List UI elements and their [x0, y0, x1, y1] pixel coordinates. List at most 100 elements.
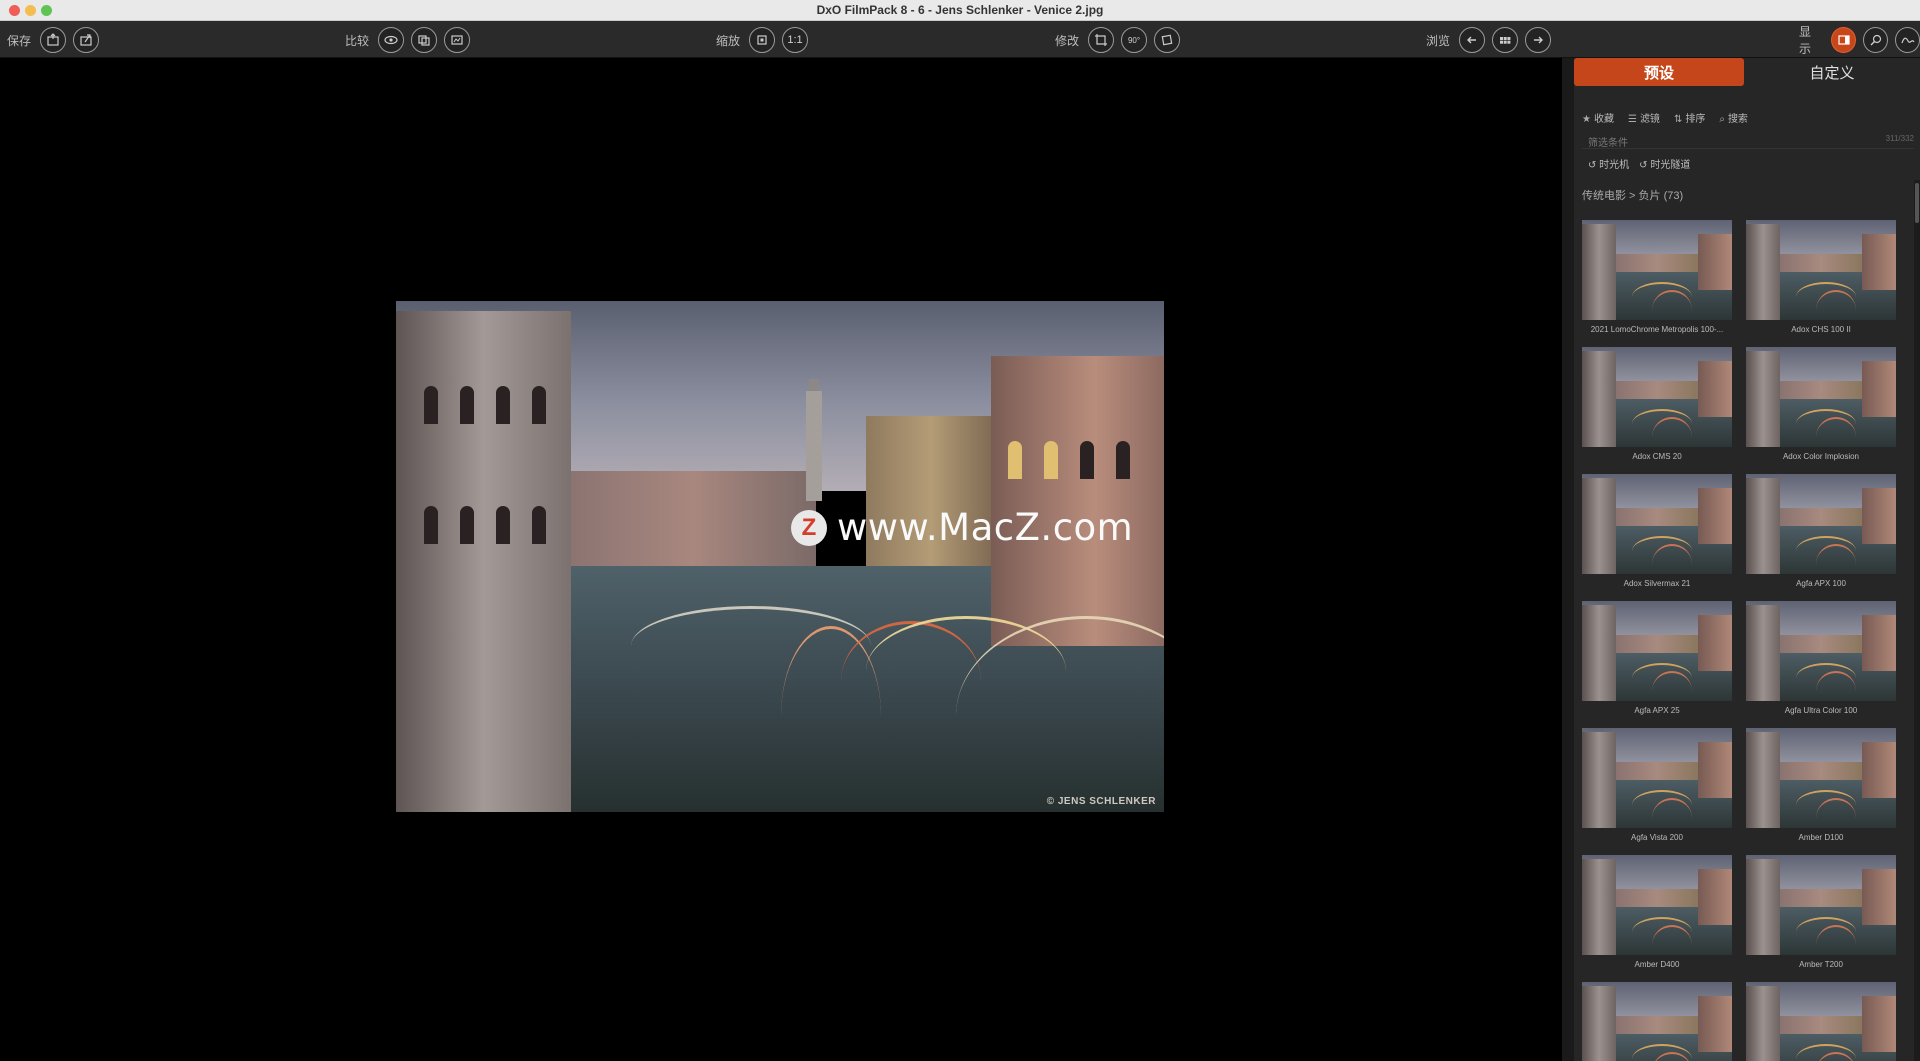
photo-windows-right [1008, 441, 1130, 479]
time-machine-button[interactable]: ↺ 时光机 [1588, 156, 1629, 171]
export-image-button[interactable] [40, 27, 67, 53]
viewer-divider[interactable] [1562, 58, 1574, 1061]
straighten-button[interactable] [1154, 27, 1181, 53]
edit-group: 修改 90° [1055, 26, 1181, 54]
preset-thumbnail[interactable] [1746, 982, 1896, 1061]
compare-label: 比较 [345, 33, 370, 48]
grid-view-button[interactable] [1492, 27, 1519, 53]
preset-preview-image [1746, 728, 1896, 828]
preset-name: Amber D100 [1798, 833, 1844, 842]
preset-preview-image [1746, 982, 1896, 1061]
time-machine-label: 时光机 [1599, 160, 1630, 171]
preset-preview-image [1582, 601, 1732, 701]
display-group: 显示 [1799, 25, 1920, 56]
preset-thumbnail[interactable]: Amber D400 [1582, 855, 1732, 969]
export-image-icon [47, 33, 59, 46]
compare-group: 比较 [345, 26, 471, 54]
preset-thumbnail[interactable]: Agfa APX 100 [1746, 474, 1896, 588]
preset-category-breadcrumb[interactable]: 传统电影 > 负片 (73) [1582, 187, 1683, 203]
preset-name: Adox CHS 100 II [1791, 325, 1851, 334]
watermark-text: www.MacZ.com [837, 506, 1134, 549]
image-viewer[interactable]: Z www.MacZ.com © JENS SCHLENKER [0, 58, 1562, 1061]
panel-scrollbar[interactable] [1914, 180, 1920, 1061]
sort-filter-label: 排序 [1685, 114, 1706, 125]
fit-to-screen-button[interactable] [749, 27, 776, 53]
preset-thumbnail[interactable] [1582, 982, 1732, 1061]
search-icon: ⌕ [1719, 114, 1725, 125]
save-group: 保存 [7, 26, 100, 54]
rotate-button[interactable]: 90° [1121, 27, 1148, 53]
preset-name: Agfa Ultra Color 100 [1784, 706, 1858, 715]
watermark: Z www.MacZ.com [791, 506, 1133, 549]
preset-preview-image [1582, 982, 1732, 1061]
crop-button[interactable] [1088, 27, 1115, 53]
panel-scrollbar-thumb[interactable] [1915, 183, 1919, 223]
save-label: 保存 [7, 33, 32, 48]
time-tunnel-button[interactable]: ↺ 时光隧道 [1639, 156, 1690, 171]
preset-name: Adox Silvermax 21 [1623, 579, 1691, 588]
arrow-right-icon [1534, 36, 1544, 44]
history-icon: ↺ [1588, 160, 1600, 171]
title-bar: DxO FilmPack 8 - 6 - Jens Schlenker - Ve… [0, 0, 1920, 21]
preset-thumbnail[interactable]: Agfa Ultra Color 100 [1746, 601, 1896, 715]
photo-copyright: © JENS SCHLENKER [1046, 796, 1156, 807]
sort-filter[interactable]: ⇅ 排序 [1674, 110, 1705, 125]
search-filter[interactable]: ⌕ 搜索 [1719, 110, 1748, 125]
preset-count: 311/332 [1885, 134, 1914, 143]
export-to-app-button[interactable] [73, 27, 100, 53]
preset-name: Amber D400 [1634, 960, 1680, 969]
edit-label: 修改 [1055, 33, 1080, 48]
loupe-icon [1870, 34, 1881, 46]
browse-group: 浏览 [1426, 26, 1552, 54]
compare-split-button[interactable] [411, 27, 438, 53]
list-icon: ☰ [1627, 114, 1637, 125]
panel-display-icon [1837, 35, 1850, 45]
filters-filter-label: 滤镜 [1639, 114, 1660, 125]
zoom-label: 缩放 [716, 33, 741, 48]
tab-custom[interactable]: 自定义 [1748, 58, 1916, 86]
preset-thumbnail[interactable]: Amber T200 [1746, 855, 1896, 969]
preset-preview-image [1582, 474, 1732, 574]
grid-icon [1500, 37, 1511, 44]
side-by-side-icon [451, 35, 463, 45]
time-tunnel-label: 时光隧道 [1650, 160, 1691, 171]
history-icon: ↺ [1639, 160, 1651, 171]
time-machine-bar: ↺ 时光机 ↺ 时光隧道 [1588, 156, 1690, 171]
toolbar: 保存 比较 缩放 1:1 修改 90° 浏览 显示 [0, 21, 1920, 58]
preset-name: 2021 LomoChrome Metropolis 100-... [1590, 325, 1724, 334]
main-photo[interactable]: Z www.MacZ.com © JENS SCHLENKER [396, 301, 1164, 812]
photo-buildings-right [991, 356, 1164, 646]
filters-filter[interactable]: ☰ 滤镜 [1628, 110, 1660, 125]
loupe-button[interactable] [1863, 27, 1889, 53]
preset-preview-image [1582, 855, 1732, 955]
photo-buildings-distant [571, 471, 816, 566]
zoom-one-to-one-button[interactable]: 1:1 [782, 27, 809, 53]
arrow-left-icon [1467, 36, 1477, 44]
preset-preview-image [1746, 474, 1896, 574]
preset-name: Adox CMS 20 [1632, 452, 1682, 461]
preset-thumbnail[interactable]: Adox Silvermax 21 [1582, 474, 1732, 588]
previous-image-button[interactable] [1459, 27, 1486, 53]
preset-thumbnail[interactable]: Amber D100 [1746, 728, 1896, 842]
favorites-filter[interactable]: ★ 收藏 [1582, 110, 1614, 125]
show-panel-button[interactable] [1831, 27, 1857, 53]
filter-criteria-placeholder: 筛选条件 [1588, 138, 1628, 149]
histogram-icon [1900, 37, 1915, 44]
preset-thumbnail[interactable]: Adox Color Implosion [1746, 347, 1896, 461]
photo-bell-tower [806, 391, 822, 501]
browse-label: 浏览 [1426, 33, 1451, 48]
search-filter-label: 搜索 [1727, 114, 1748, 125]
preset-thumbnail[interactable]: Adox CMS 20 [1582, 347, 1732, 461]
preset-thumbnail[interactable]: Agfa APX 25 [1582, 601, 1732, 715]
preset-preview-image [1582, 220, 1732, 320]
filter-criteria-field[interactable]: 筛选条件 311/332 [1582, 131, 1914, 149]
compare-side-button[interactable] [444, 27, 471, 53]
histogram-button[interactable] [1895, 27, 1920, 53]
preset-thumbnail[interactable]: Agfa Vista 200 [1582, 728, 1732, 842]
preset-thumbnail[interactable]: 2021 LomoChrome Metropolis 100-... [1582, 220, 1732, 334]
next-image-button[interactable] [1525, 27, 1552, 53]
tab-presets[interactable]: 预设 [1574, 58, 1744, 86]
crop-icon [1095, 34, 1108, 46]
compare-view-button[interactable] [378, 27, 405, 53]
preset-thumbnail[interactable]: Adox CHS 100 II [1746, 220, 1896, 334]
